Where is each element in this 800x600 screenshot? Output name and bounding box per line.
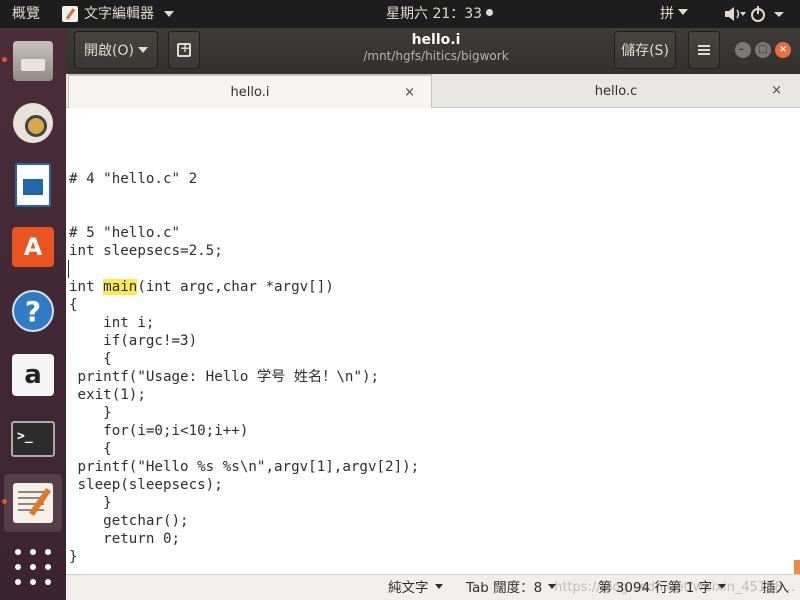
app-menu-label: 文字編輯器	[84, 6, 154, 22]
code-line: {	[69, 351, 112, 367]
new-document-icon	[177, 41, 191, 57]
volume-icon[interactable]	[722, 0, 748, 28]
save-button[interactable]: 儲存(S)	[614, 31, 676, 69]
files-icon	[13, 41, 53, 81]
window-subtitle: /mnt/hgfs/hitics/bigwork	[363, 49, 509, 63]
code-line: for(i=0;i<10;i++)	[69, 423, 249, 439]
code-line: if(argc!=3)	[69, 333, 198, 349]
help-icon: ?	[12, 290, 54, 332]
app-grid-icon	[15, 549, 51, 585]
minimize-button[interactable]	[735, 42, 751, 58]
window-title-block: hello.i /mnt/hgfs/hitics/bigwork	[326, 32, 546, 63]
code-line: int i;	[69, 315, 155, 331]
writer-icon	[15, 163, 51, 207]
chevron-down-icon	[718, 584, 727, 589]
app-menu[interactable]: 文字編輯器	[62, 0, 174, 28]
chevron-down-icon	[164, 11, 174, 17]
text-cursor	[68, 260, 69, 278]
tab-hello-c[interactable]: hello.c ×	[434, 74, 798, 108]
new-document-button[interactable]	[168, 31, 200, 69]
open-button-label: 開啟(O)	[84, 43, 134, 59]
search-highlight: main	[103, 279, 138, 295]
tab-label: hello.i	[230, 84, 270, 100]
window-headerbar: 開啟(O) hello.i /mnt/hgfs/hitics/bigwork 儲…	[66, 28, 800, 74]
launcher-amazon[interactable]: a	[4, 346, 62, 404]
code-line: return 0;	[69, 531, 181, 547]
tab-label: hello.c	[594, 83, 638, 99]
running-indicator	[2, 499, 7, 504]
launcher-show-applications[interactable]	[4, 538, 62, 596]
close-tab-icon[interactable]: ×	[771, 83, 782, 98]
code-line: int sleepsecs=2.5;	[69, 243, 223, 259]
chevron-down-icon	[137, 47, 148, 53]
clock-label: 星期六 21：33	[386, 6, 483, 22]
power-icon[interactable]	[750, 0, 790, 28]
clock[interactable]: 星期六 21：33	[386, 0, 494, 28]
open-button[interactable]: 開啟(O)	[74, 31, 158, 69]
launcher-rhythmbox[interactable]	[4, 94, 62, 152]
terminal-icon: >_	[11, 421, 55, 457]
cursor-position-label: 第 3094 行第 1 字	[598, 580, 713, 596]
text-editor-icon	[62, 6, 78, 22]
tab-width-select[interactable]: Tab 闊度：8	[466, 575, 557, 600]
tab-hello-i[interactable]: hello.i ×	[68, 74, 432, 108]
software-store-icon: A	[12, 227, 54, 267]
text-editor-icon	[13, 483, 53, 523]
input-method-label: 拼	[660, 6, 674, 22]
tab-bar: hello.i × hello.c ×	[66, 74, 800, 108]
tab-width-label: Tab 闊度：8	[466, 580, 543, 596]
launcher-files[interactable]	[2, 32, 62, 90]
code-line: }	[69, 549, 78, 565]
music-player-icon	[13, 103, 53, 143]
notification-dot-icon	[486, 9, 494, 16]
scroll-indicator[interactable]	[794, 560, 800, 574]
code-line: getchar();	[69, 513, 189, 529]
input-method-menu[interactable]: 拼	[660, 0, 688, 28]
activities-button[interactable]: 概覽	[12, 0, 40, 28]
launcher: A ? a >_	[0, 28, 66, 600]
code-line: printf("Usage: Hello 学号 姓名！\n");	[69, 369, 380, 385]
insert-mode-label: 插入	[762, 580, 789, 596]
code-line: }	[69, 405, 112, 421]
code-line: }	[69, 495, 112, 511]
launcher-text-editor[interactable]	[2, 474, 62, 532]
hamburger-icon	[698, 49, 710, 51]
close-tab-icon[interactable]: ×	[404, 85, 415, 100]
code-line: exit(1);	[69, 387, 146, 403]
code-line: sleep(sleepsecs);	[69, 477, 223, 493]
code-line: # 4 "hello.c" 2	[69, 171, 198, 187]
code-line: {	[69, 297, 78, 313]
code-line: printf("Hello %s %s\n",argv[1],argv[2]);	[69, 459, 420, 475]
top-panel: 概覽 文字編輯器 星期六 21：33 拼	[0, 0, 800, 28]
launcher-software[interactable]: A	[4, 218, 62, 276]
close-window-button[interactable]	[775, 42, 791, 58]
language-select[interactable]: 純文字	[388, 575, 443, 600]
window-title: hello.i	[411, 32, 461, 48]
text-editor-area[interactable]: # 4 "hello.c" 2 # 5 "hello.c" int sleepsec…	[66, 108, 800, 574]
code-line: # 5 "hello.c"	[69, 225, 181, 241]
maximize-button[interactable]	[755, 42, 771, 58]
amazon-icon: a	[12, 354, 54, 396]
cursor-position-select[interactable]: 第 3094 行第 1 字	[598, 575, 727, 600]
launcher-writer[interactable]	[4, 156, 62, 214]
chevron-down-icon	[434, 584, 443, 589]
language-label: 純文字	[388, 580, 429, 596]
chevron-down-icon	[678, 9, 688, 15]
code-line: int main(int argc,char *argv[])	[69, 279, 334, 295]
running-indicator	[2, 57, 7, 62]
launcher-terminal[interactable]: >_	[4, 410, 62, 468]
code-line: {	[69, 441, 112, 457]
launcher-help[interactable]: ?	[4, 282, 62, 340]
status-bar: https://blog.csdn.net/weixin_45158... 純文…	[66, 574, 800, 600]
chevron-down-icon	[548, 584, 557, 589]
hamburger-menu-button[interactable]	[688, 31, 720, 69]
